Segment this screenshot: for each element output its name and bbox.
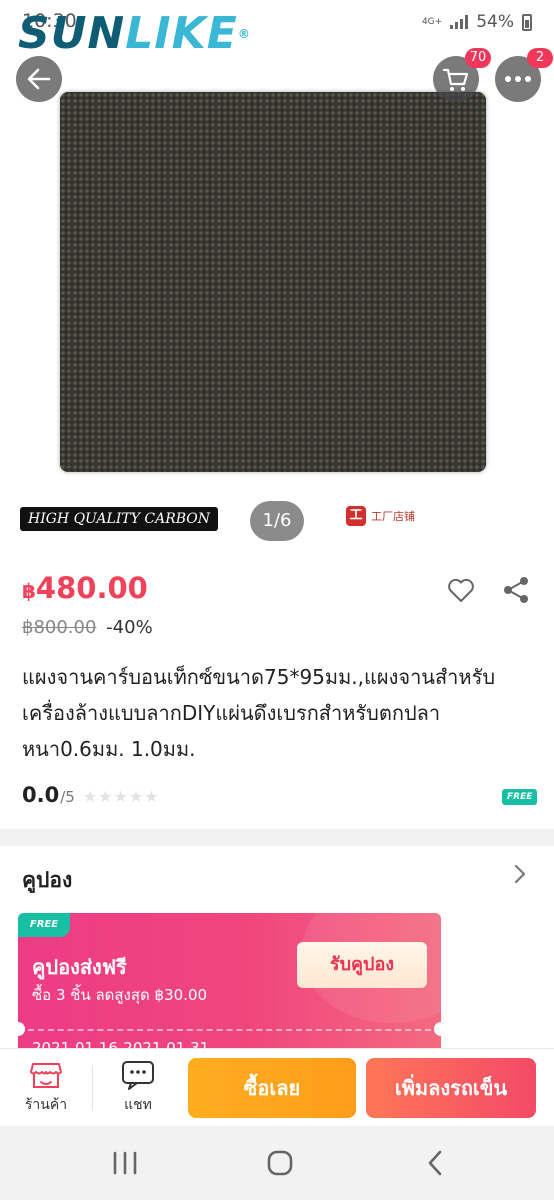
original-price: ฿800.00 <box>22 617 97 638</box>
more-menu-button[interactable]: 2 <box>495 48 553 102</box>
chevron-right-icon[interactable] <box>510 862 530 886</box>
rating-out-of: /5 <box>60 788 75 806</box>
price-value: 480.00 <box>35 571 148 605</box>
buy-now-button[interactable]: ซื้อเลย <box>188 1058 356 1118</box>
chat-icon <box>122 1061 154 1090</box>
status-indicators: 4G+ 54% <box>422 12 532 32</box>
current-price: ฿480.00 <box>22 571 148 608</box>
message-count-badge: 2 <box>527 48 553 68</box>
wishlist-heart-icon[interactable] <box>446 575 476 605</box>
network-type: 4G+ <box>421 16 443 27</box>
rating-score: 0.0 <box>22 783 60 807</box>
shop-button[interactable]: ร้านค้า <box>2 1049 90 1127</box>
currency-symbol: ฿ <box>22 579 36 603</box>
add-to-cart-button[interactable]: เพิ่มลงรถเข็น <box>366 1058 536 1118</box>
original-price-row: ฿800.00 -40% <box>22 617 153 638</box>
product-title: แผงจานคาร์บอนเท็กซ์ขนาด75*95มม.,แผงจานสำ… <box>22 665 496 761</box>
more-icon <box>505 76 531 82</box>
cart-icon <box>442 68 469 91</box>
logo-part-2: LIKE <box>125 8 238 59</box>
rating-stars: ★★★★★ <box>82 787 160 806</box>
coupon-section: คูปอง FREE คูปองส่งฟรี ซื้อ 3 ชิ้น ลดสูง… <box>0 846 554 1063</box>
coupon-divider <box>18 1029 441 1031</box>
product-image[interactable] <box>60 92 486 472</box>
coupon-description: ซื้อ 3 ชิ้น ลดสูงสุด ฿30.00 <box>32 986 208 1004</box>
image-page-indicator: 1/6 <box>250 501 304 541</box>
coupon-notch-left <box>18 1022 25 1036</box>
claim-coupon-button[interactable]: รับคูปอง <box>297 942 427 988</box>
product-gallery[interactable]: 10:30 SUNLIKE® 4G+ 54% 70 2 HIGH QUALITY… <box>0 0 554 553</box>
coupon-free-tag: FREE <box>18 913 70 937</box>
discount-percent: -40% <box>106 617 153 638</box>
rating-row: 0.0 /5 ★★★★★ <box>22 783 160 807</box>
chat-button[interactable]: แชท <box>94 1049 182 1127</box>
factory-icon: 工 <box>346 506 366 526</box>
cart-count-badge: 70 <box>465 48 491 68</box>
coupon-card[interactable]: FREE คูปองส่งฟรี ซื้อ 3 ชิ้น ลดสูงสุด ฿3… <box>18 913 441 1063</box>
bottom-action-bar: ร้านค้า แชท ซื้อเลย เพิ่มลงรถเข็น <box>0 1048 554 1126</box>
action-bar-divider <box>92 1065 93 1111</box>
system-navigation-bar <box>0 1126 554 1200</box>
cart-button[interactable]: 70 <box>433 48 491 102</box>
coupon-heading: คูปอง <box>22 868 73 892</box>
image-overlay-label: HIGH QUALITY CARBON <box>20 507 219 531</box>
back-button[interactable] <box>16 56 62 102</box>
battery-icon <box>522 13 532 31</box>
coupon-notch-right <box>434 1022 441 1036</box>
back-arrow-icon <box>27 68 51 90</box>
battery-percent: 54% <box>476 12 514 32</box>
shop-label: ร้านค้า <box>24 1097 68 1113</box>
home-icon[interactable] <box>260 1148 300 1178</box>
factory-label: 工厂店铺 <box>371 510 415 523</box>
product-info: ฿480.00 ฿800.00 -40% แผงจานคาร์บอนเท็กซ์… <box>0 553 554 829</box>
logo-part-1: SUN <box>18 8 126 59</box>
logo-registered-mark: ® <box>237 27 251 41</box>
recent-apps-icon[interactable] <box>105 1148 145 1178</box>
store-icon <box>30 1063 62 1088</box>
free-shipping-badge: FREE <box>502 789 538 805</box>
share-icon[interactable] <box>501 575 531 605</box>
signal-icon <box>450 15 469 29</box>
brand-logo: SUNLIKE® <box>18 6 251 62</box>
chat-label: แชท <box>124 1097 152 1113</box>
coupon-title: คูปองส่งฟรี <box>32 955 127 979</box>
system-back-icon[interactable] <box>415 1148 455 1178</box>
factory-store-tag: 工 工厂店铺 <box>346 506 415 526</box>
